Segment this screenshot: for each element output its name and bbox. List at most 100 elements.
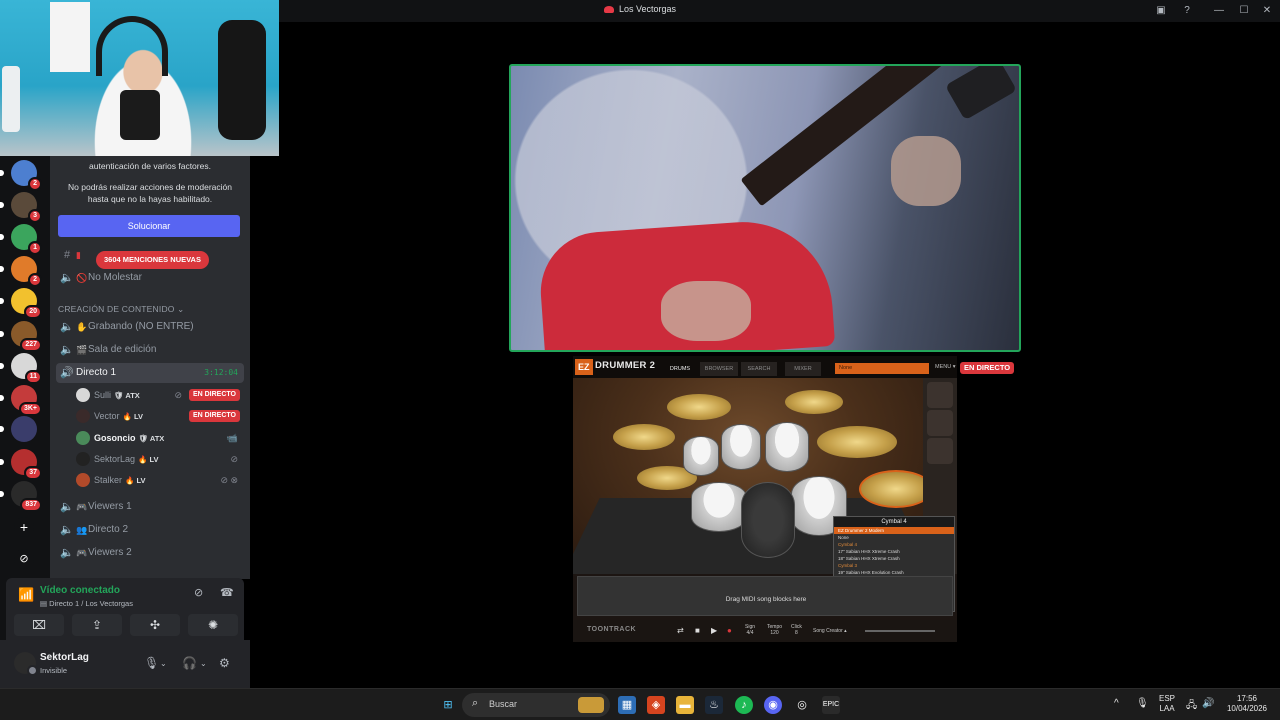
noise-suppression-icon[interactable]: ⊘ [194,586,203,599]
settings-gear-icon[interactable]: ⚙ [219,656,230,670]
tambourine-icon[interactable] [927,438,953,464]
cymbal[interactable] [817,426,897,458]
record-icon[interactable]: ● [727,626,732,635]
clock[interactable]: 17:56 10/04/2026 [1222,694,1272,714]
song-creator-button[interactable]: Song Creator ▴ [813,628,847,634]
loop-icon[interactable]: ⇄ [677,626,684,635]
signal-icon[interactable]: 📶 [18,587,34,603]
server-icon[interactable]: 3 [11,192,42,223]
cymbal-selected[interactable] [859,470,923,508]
popup-list-item[interactable]: 17" Sabian HHX Xtreme Crash [834,548,954,555]
drumstick-icon[interactable] [927,382,953,408]
ezdrummer-screen-share[interactable]: EZ DRUMMER 2 DRUMS BROWSER SEARCH MIXER … [573,356,957,642]
play-icon[interactable]: ▶ [711,626,717,635]
discord-icon[interactable]: ◉ [764,696,782,714]
popup-list-item[interactable]: 18" Sabian HHX Xtreme Crash [834,555,954,562]
voice-channel-viewers-1[interactable]: 🔈 🎮 Viewers 1 [56,497,244,517]
cymbal[interactable] [667,394,731,420]
preset-dropdown[interactable]: None [835,363,929,374]
activities-button[interactable]: ✣ [130,614,180,636]
inbox-icon[interactable]: ▣ [1148,0,1174,22]
chevron-up-icon[interactable]: ^ [1114,698,1119,709]
server-icon[interactable]: 837 [11,481,42,512]
server-icon[interactable]: 20 [11,288,42,319]
tab-search[interactable]: SEARCH [741,362,777,376]
minimize-button[interactable]: — [1206,0,1232,22]
avatar[interactable] [14,652,38,676]
webcam-video[interactable] [0,0,279,156]
file-explorer-icon[interactable]: ▬ [676,696,694,714]
steam-icon[interactable]: ♨ [705,696,723,714]
obs-icon[interactable]: ◎ [793,696,811,714]
server-icon[interactable]: 2 [11,160,42,191]
spotify-icon[interactable]: ♪ [735,696,753,714]
stop-icon[interactable]: ■ [695,626,700,635]
snare-drum[interactable] [691,482,747,532]
username[interactable]: SektorLag [40,652,89,663]
tab-drums[interactable]: DRUMS [661,362,699,376]
voice-channel-grabando[interactable]: 🔈 ✋ Grabando (NO ENTRE) [56,317,244,337]
popup-list-item[interactable]: EZ Drummer 2 Modern [834,527,954,534]
tom[interactable] [765,422,809,472]
song-track[interactable]: Drag MIDI song blocks here [577,576,953,616]
voice-member[interactable]: SektorLag 🔥 LV ⊘ [74,449,242,469]
chevron-down-icon[interactable]: ⌄ [200,659,207,668]
epic-games-icon[interactable]: EPIC [822,696,840,714]
voice-member[interactable]: Stalker 🔥 LV ⊘ ⊗ [74,470,242,490]
camera-off-button[interactable]: ⌧ [14,614,64,636]
voice-channel-viewers-2[interactable]: 🔈 🎮 Viewers 2 [56,543,244,563]
menu-button[interactable]: MENU ▾ [935,364,955,370]
windows-start-icon[interactable]: ⊞ [439,696,457,714]
server-icon[interactable]: 11 [11,353,42,384]
microphone-icon[interactable]: 🎙 [144,656,159,670]
disconnect-icon[interactable]: ☎ [220,586,234,599]
screen-share-button[interactable]: ⇪ [72,614,122,636]
cymbal[interactable] [785,390,843,414]
volume-slider[interactable] [865,630,935,632]
volume-icon[interactable]: 🔊 [1202,698,1214,709]
voice-member[interactable]: Vector 🔥 LV EN DIRECTO [74,406,242,426]
server-icon[interactable]: 2 [11,256,42,287]
popup-list-item[interactable]: 19" Sabian HHX Evolution Crash [834,569,954,576]
voice-member[interactable]: Gosoncio 🛡 ATX 📹 [74,428,242,448]
tab-browser[interactable]: BROWSER [700,362,738,376]
language-indicator[interactable]: ESP LAA [1156,694,1178,714]
popup-list-item[interactable]: None [834,534,954,541]
guitar-camera-stream[interactable] [509,64,1021,352]
voice-channel-no-molestar[interactable]: 🔈 🚫 No Molestar [56,268,244,288]
task-view-icon[interactable]: ▦ [618,696,636,714]
voice-channel-directo-1[interactable]: 🔊 Directo 1 3:12:04 [56,363,244,383]
add-server-icon[interactable]: + [14,517,34,537]
solve-button[interactable]: Solucionar [58,215,240,237]
tab-mixer[interactable]: MIXER [785,362,821,376]
popup-list-item[interactable]: Cymbal 4 [834,541,954,548]
help-icon[interactable]: ? [1174,0,1200,22]
kick-drum[interactable] [741,482,795,558]
discover-icon[interactable]: ⊘ [14,549,34,569]
voice-channel-directo-2[interactable]: 🔈 👥 Directo 2 [56,520,244,540]
chevron-down-icon[interactable]: ⌄ [160,659,167,668]
headphones-icon[interactable]: 🎧 [182,656,197,670]
voice-member[interactable]: Sulli 🛡 ATX EN DIRECTO ⊘ [74,385,242,405]
cymbal[interactable] [613,424,675,450]
tom[interactable] [683,436,719,476]
brush-icon[interactable] [927,410,953,436]
close-button[interactable]: ✕ [1254,0,1280,22]
microphone-tray-icon[interactable]: 🎙 [1136,698,1149,709]
server-icon[interactable]: 227 [11,321,42,352]
network-icon[interactable]: 🖧 [1186,698,1197,715]
click[interactable]: Click 8 [791,624,802,636]
taskbar-search[interactable]: ⌕ Buscar [462,693,610,717]
server-icon[interactable]: 3K+ [11,385,42,416]
voice-status[interactable]: Vídeo conectado [40,585,120,596]
tom[interactable] [721,424,761,470]
server-icon[interactable]: 1 [11,224,42,255]
soundboard-button[interactable]: ✺ [188,614,238,636]
server-icon[interactable] [11,416,37,442]
category-header[interactable]: CREACIÓN DE CONTENIDO ⌄ [58,304,185,315]
popup-list[interactable]: EZ Drummer 2 Modern None Cymbal 4 17" Sabia… [834,527,954,583]
brave-browser-icon[interactable]: ◈ [647,696,665,714]
mentions-badge[interactable]: 3604 MENCIONES NUEVAS [96,251,209,269]
server-icon[interactable]: 37 [11,449,42,480]
voice-location[interactable]: ▤ Directo 1 / Los Vectorgas [40,599,133,608]
